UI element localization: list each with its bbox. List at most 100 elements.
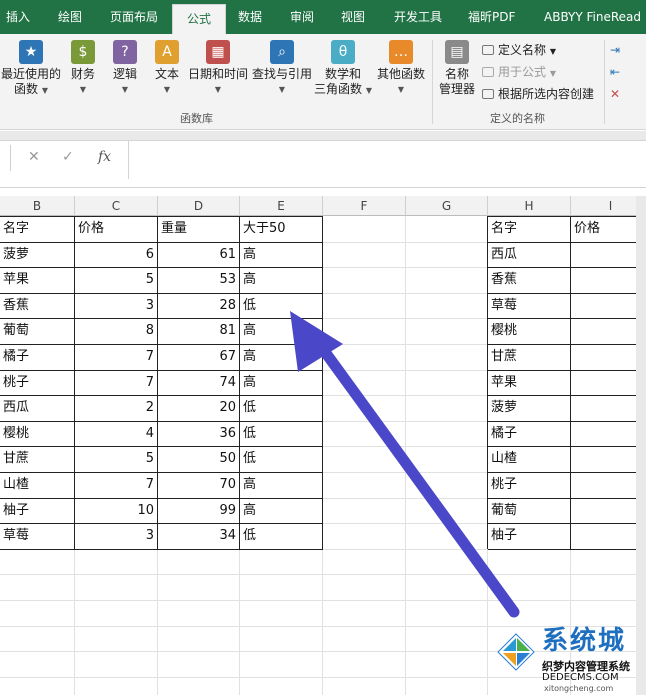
side-table-cell[interactable]: 香蕉 bbox=[488, 267, 571, 292]
table-cell[interactable]: 高 bbox=[240, 267, 323, 292]
table-cell[interactable]: 70 bbox=[158, 472, 240, 497]
column-header-d[interactable]: D bbox=[158, 196, 240, 216]
trace-dependents-icon[interactable]: ⇤ bbox=[610, 64, 620, 80]
create-from-selection-button[interactable]: 根据所选内容创建 bbox=[482, 86, 594, 102]
use-in-formula-button[interactable]: 用于公式 ▼ bbox=[482, 64, 556, 82]
table-cell[interactable]: 74 bbox=[158, 370, 240, 395]
table-cell[interactable]: 7 bbox=[75, 472, 158, 497]
define-name-button[interactable]: 定义名称 ▼ bbox=[482, 42, 556, 60]
column-header-i[interactable]: I bbox=[571, 196, 636, 216]
table-cell[interactable]: 菠萝 bbox=[0, 242, 75, 267]
table-cell[interactable]: 苹果 bbox=[0, 267, 75, 292]
table-cell[interactable]: 8 bbox=[75, 318, 158, 343]
side-table-cell[interactable]: 甘蔗 bbox=[488, 344, 571, 369]
table-header-cell[interactable]: 大于50 bbox=[240, 216, 323, 241]
tab-page-layout[interactable]: 页面布局 bbox=[110, 0, 158, 34]
enter-icon[interactable]: ✓ bbox=[62, 149, 74, 165]
insert-function-icon[interactable]: fx bbox=[98, 149, 111, 165]
tab-view[interactable]: 视图 bbox=[341, 0, 365, 34]
side-table-header-cell[interactable]: 名字 bbox=[488, 216, 571, 241]
cancel-icon[interactable]: ✕ bbox=[28, 149, 40, 165]
side-table-header-cell[interactable]: 价格 bbox=[571, 216, 636, 241]
table-cell[interactable]: 2 bbox=[75, 395, 158, 420]
table-cell[interactable]: 高 bbox=[240, 242, 323, 267]
side-table-cell[interactable]: 柚子 bbox=[488, 523, 571, 548]
formula-input[interactable] bbox=[128, 141, 646, 179]
column-header-c[interactable]: C bbox=[75, 196, 158, 216]
tab-insert[interactable]: 插入 bbox=[6, 0, 30, 34]
table-cell[interactable]: 20 bbox=[158, 395, 240, 420]
table-cell[interactable]: 3 bbox=[75, 293, 158, 318]
table-cell[interactable]: 柚子 bbox=[0, 498, 75, 523]
table-cell[interactable]: 草莓 bbox=[0, 523, 75, 548]
table-cell[interactable]: 香蕉 bbox=[0, 293, 75, 318]
table-cell[interactable]: 山楂 bbox=[0, 472, 75, 497]
table-cell[interactable]: 葡萄 bbox=[0, 318, 75, 343]
table-cell[interactable]: 高 bbox=[240, 318, 323, 343]
table-cell[interactable]: 5 bbox=[75, 267, 158, 292]
remove-arrows-icon[interactable]: ✕ bbox=[610, 86, 620, 102]
side-table-cell[interactable]: 草莓 bbox=[488, 293, 571, 318]
tab-draw[interactable]: 绘图 bbox=[58, 0, 82, 34]
table-header-cell[interactable]: 价格 bbox=[75, 216, 158, 241]
table-cell[interactable]: 橘子 bbox=[0, 344, 75, 369]
more-functions-button[interactable]: … 其他函数 ▼ bbox=[374, 40, 428, 97]
table-cell[interactable]: 5 bbox=[75, 446, 158, 471]
recently-used-functions-button[interactable]: ★ 最近使用的 函数 ▼ bbox=[0, 40, 62, 98]
date-time-functions-button[interactable]: ▦ 日期和时间 ▼ bbox=[188, 40, 248, 97]
column-header-b[interactable]: B bbox=[0, 196, 75, 216]
table-cell[interactable]: 36 bbox=[158, 421, 240, 446]
table-cell[interactable]: 6 bbox=[75, 242, 158, 267]
table-cell[interactable]: 3 bbox=[75, 523, 158, 548]
table-cell[interactable]: 34 bbox=[158, 523, 240, 548]
side-table-cell[interactable]: 橘子 bbox=[488, 421, 571, 446]
table-cell[interactable]: 甘蔗 bbox=[0, 446, 75, 471]
table-cell[interactable]: 7 bbox=[75, 344, 158, 369]
table-cell[interactable]: 28 bbox=[158, 293, 240, 318]
table-cell[interactable]: 61 bbox=[158, 242, 240, 267]
column-header-f[interactable]: F bbox=[323, 196, 406, 216]
tab-data[interactable]: 数据 bbox=[238, 0, 262, 34]
table-cell[interactable]: 10 bbox=[75, 498, 158, 523]
trace-precedents-icon[interactable]: ⇥ bbox=[610, 42, 620, 58]
table-cell[interactable]: 4 bbox=[75, 421, 158, 446]
side-table-cell[interactable]: 苹果 bbox=[488, 370, 571, 395]
table-cell[interactable]: 81 bbox=[158, 318, 240, 343]
table-cell[interactable]: 西瓜 bbox=[0, 395, 75, 420]
tab-developer[interactable]: 开发工具 bbox=[394, 0, 442, 34]
side-table-cell[interactable]: 葡萄 bbox=[488, 498, 571, 523]
table-cell[interactable]: 桃子 bbox=[0, 370, 75, 395]
table-cell[interactable]: 低 bbox=[240, 293, 323, 318]
table-cell[interactable]: 低 bbox=[240, 395, 323, 420]
table-cell[interactable]: 53 bbox=[158, 267, 240, 292]
table-cell[interactable]: 高 bbox=[240, 344, 323, 369]
column-header-g[interactable]: G bbox=[406, 196, 488, 216]
table-cell[interactable]: 67 bbox=[158, 344, 240, 369]
tab-foxit-pdf[interactable]: 福昕PDF bbox=[468, 0, 515, 34]
tab-review[interactable]: 审阅 bbox=[290, 0, 314, 34]
side-table-cell[interactable]: 山楂 bbox=[488, 446, 571, 471]
tab-formulas[interactable]: 公式 bbox=[172, 4, 227, 34]
column-header-h[interactable]: H bbox=[488, 196, 571, 216]
table-cell[interactable]: 低 bbox=[240, 446, 323, 471]
tab-abbyy[interactable]: ABBYY FineRead bbox=[544, 0, 641, 34]
name-manager-button[interactable]: ▤ 名称 管理器 bbox=[436, 40, 478, 97]
table-cell[interactable]: 高 bbox=[240, 498, 323, 523]
table-cell[interactable]: 高 bbox=[240, 370, 323, 395]
logical-functions-button[interactable]: ? 逻辑 ▼ bbox=[108, 40, 142, 97]
table-cell[interactable]: 高 bbox=[240, 472, 323, 497]
side-table-cell[interactable]: 菠萝 bbox=[488, 395, 571, 420]
financial-functions-button[interactable]: $ 财务 ▼ bbox=[66, 40, 100, 97]
math-trig-functions-button[interactable]: θ 数学和 三角函数 ▼ bbox=[314, 40, 372, 98]
column-header-e[interactable]: E bbox=[240, 196, 323, 216]
table-cell[interactable]: 低 bbox=[240, 421, 323, 446]
table-cell[interactable]: 7 bbox=[75, 370, 158, 395]
table-header-cell[interactable]: 重量 bbox=[158, 216, 240, 241]
table-cell[interactable]: 99 bbox=[158, 498, 240, 523]
table-cell[interactable]: 低 bbox=[240, 523, 323, 548]
table-cell[interactable]: 50 bbox=[158, 446, 240, 471]
lookup-reference-functions-button[interactable]: ⌕ 查找与引用 ▼ bbox=[252, 40, 312, 97]
table-cell[interactable]: 樱桃 bbox=[0, 421, 75, 446]
side-table-cell[interactable]: 桃子 bbox=[488, 472, 571, 497]
side-table-cell[interactable]: 樱桃 bbox=[488, 318, 571, 343]
